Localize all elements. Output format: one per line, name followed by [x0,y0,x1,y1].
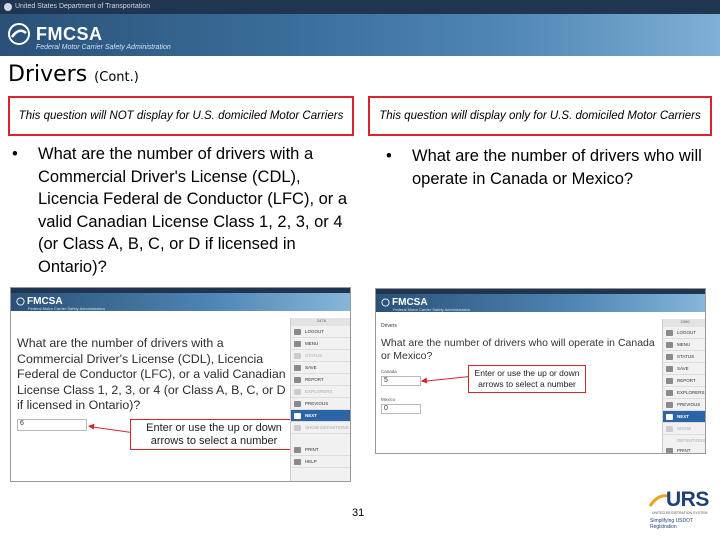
menu-item-menu[interactable]: MENU [291,338,350,350]
fmcsa-wordmark: FMCSA [36,23,103,44]
menu-item-menu[interactable]: MENU [663,339,705,351]
menu-item-explorers[interactable]: EXPLORERS [663,387,705,399]
menu-record-id: 2476 [291,318,350,326]
menu-item-previous[interactable]: PREVIOUS [663,399,705,411]
menu-item-help[interactable]: HELP [291,456,350,468]
menu-item-report[interactable]: REPORT [291,374,350,386]
menu-item-save[interactable]: SAVE [663,363,705,375]
cdl-driver-count-input[interactable]: 6 [17,419,87,431]
page-title-suffix: (Cont.) [94,70,139,85]
canada-field-label: Canada [381,369,397,374]
bullet-left-text: What are the number of drivers with a Co… [38,145,348,276]
menu-item-next[interactable]: NEXT [663,411,705,423]
fmcsa-swoosh-icon [381,298,390,307]
menu-item-explorers[interactable]: EXPLORERS [291,386,350,398]
bullet-cdl-question: • What are the number of drivers with a … [8,143,358,278]
side-menu: 2490 LOGOUT MENU STATUS SAVE REPORT EXPLORERS… [662,319,705,453]
menu-item-show-definitions[interactable]: SHOW DEFINITIONS [291,422,350,434]
urs-logo: URS UNITED REGISTRATION SYSTEM Simplifyi… [648,488,718,538]
canada-mexico-question-text: What are the number of drivers who will … [381,337,655,362]
menu-item-show-definitions[interactable]: SHOW DEFINITIONS [663,423,705,443]
note-us-domiciled-only: This question will display only for U.S.… [368,96,712,136]
mini-fmcsa-subline: Federal Motor Carrier Safety Administrat… [28,306,105,311]
menu-item-print[interactable]: PRINT [291,444,350,456]
callout-arrow [421,375,470,382]
menu-spacer [663,435,705,445]
urs-wordmark: URS [666,488,709,511]
note-left-text: This question will NOT display for U.S. … [18,109,344,122]
menu-item-status[interactable]: STATUS [291,350,350,362]
instruction-callout: Enter or use the up or down arrows to se… [468,365,586,393]
side-menu: 2476 LOGOUT MENU STATUS SAVE REPORT EXPLORERS… [290,318,350,481]
fmcsa-subline: Federal Motor Carrier Safety Administrat… [36,44,171,51]
section-label: Drivers [381,323,397,329]
urs-tagline: UNITED REGISTRATION SYSTEM [652,511,708,515]
mini-fmcsa-banner: FMCSA Federal Motor Carrier Safety Admin… [376,294,705,312]
dot-text: United States Department of Transportati… [15,3,151,10]
fmcsa-banner: FMCSA Federal Motor Carrier Safety Admin… [0,14,720,56]
screenshot-canada-mexico-question: FMCSA Federal Motor Carrier Safety Admin… [375,288,706,454]
mini-fmcsa-banner: FMCSA Federal Motor Carrier Safety Admin… [11,293,350,311]
menu-record-id: 2490 [663,319,705,327]
menu-item-save[interactable]: SAVE [291,362,350,374]
mexico-driver-count-input[interactable]: 0 [381,404,421,414]
bullet-canada-mexico-question: • What are the number of drivers who wil… [382,145,702,190]
dot-header-strip: United States Department of Transportati… [0,0,720,14]
page-title-main: Drivers [8,62,88,87]
callout-arrow [88,426,133,434]
mini-fmcsa-subline: Federal Motor Carrier Safety Administrat… [393,307,470,312]
menu-item-print[interactable]: PRINT [663,445,705,453]
page-number: 31 [352,507,365,519]
menu-item-previous[interactable]: PREVIOUS [291,398,350,410]
dot-seal-icon [4,3,12,11]
mexico-field-label: Mexico [381,397,396,402]
bullet-dot-icon: • [386,147,392,165]
menu-item-logout[interactable]: LOGOUT [663,327,705,339]
note-right-text: This question will display only for U.S.… [379,109,701,122]
bullet-dot-icon: • [12,145,18,163]
canada-driver-count-input[interactable]: 5 [381,376,421,386]
menu-item-logout[interactable]: LOGOUT [291,326,350,338]
cdl-question-text: What are the number of drivers with a Co… [17,336,286,412]
page-title: Drivers (Cont.) [8,62,139,87]
instruction-callout: Enter or use the up or down arrows to se… [130,419,298,450]
menu-spacer [291,434,350,444]
note-not-us-domiciled: This question will NOT display for U.S. … [8,96,354,136]
fmcsa-swoosh-icon [16,297,25,306]
menu-item-next[interactable]: NEXT [291,410,350,422]
menu-item-status[interactable]: STATUS [663,351,705,363]
fmcsa-logo: FMCSA [8,23,103,45]
screenshot-cdl-question: FMCSA Federal Motor Carrier Safety Admin… [10,287,351,482]
fmcsa-swoosh-icon [8,23,30,45]
urs-tagline-2: Simplifying USDOT Registration [650,518,693,530]
bullet-right-text: What are the number of drivers who will … [412,147,702,188]
menu-item-report[interactable]: REPORT [663,375,705,387]
